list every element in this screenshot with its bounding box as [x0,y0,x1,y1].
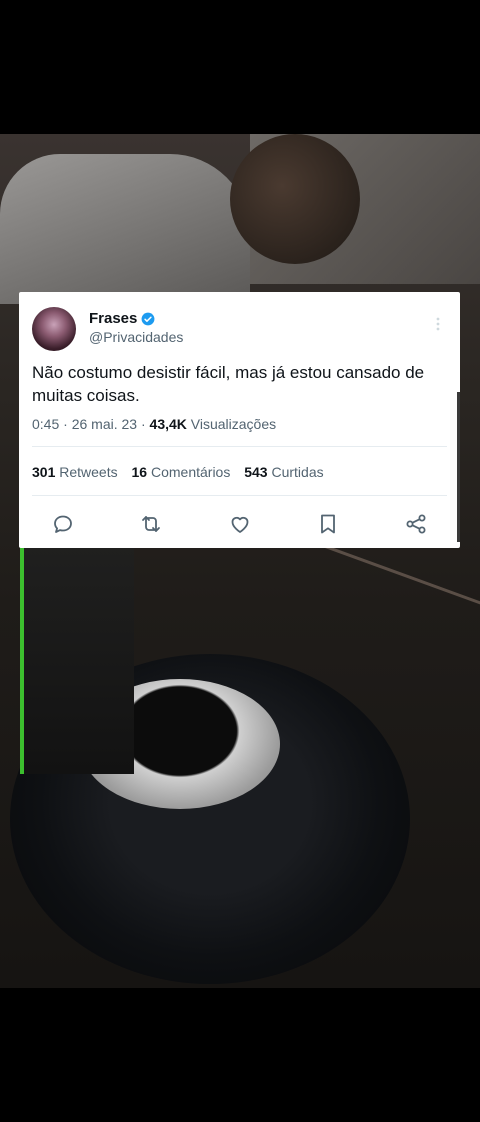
retweets-label: Retweets [59,464,118,480]
comments-label: Comentários [150,464,231,480]
like-icon[interactable] [228,512,252,536]
person-leg [20,544,134,774]
author-row: Frases [89,310,155,327]
views-count: 43,4K [149,416,187,432]
retweet-icon[interactable] [139,512,163,536]
verified-badge-icon [141,312,155,325]
tweet-card[interactable]: Frases @Privacidades Não costumo desisti… [19,292,460,548]
tweet-meta: 0:45 · 26 mai. 23 · 43,4K Visualizações [32,416,277,432]
tweet-date: 26 mai. 23 [71,416,138,432]
share-icon[interactable] [404,512,428,536]
divider [32,495,447,496]
retweets-stat[interactable]: 301 Retweets [32,464,118,480]
tweet-text: Não costumo desistir fácil, mas já estou… [32,363,425,405]
more-options-icon[interactable] [431,316,445,332]
reply-icon[interactable] [51,512,75,536]
comments-count: 16 [131,464,148,480]
action-bar [19,508,460,538]
avatar[interactable] [32,307,76,351]
views-label: Visualizações [190,416,277,432]
bookmark-icon[interactable] [316,512,340,536]
author-handle[interactable]: @Privacidades [89,329,183,345]
likes-count: 543 [244,464,268,480]
likes-stat[interactable]: 543 Curtidas [244,464,323,480]
author-name[interactable]: Frases [89,310,137,327]
comments-stat[interactable]: 16 Comentários [132,464,231,480]
likes-label: Curtidas [271,464,324,480]
person-head [230,134,360,264]
engagement-stats: 301 Retweets 16 Comentários 543 Curtidas [32,464,334,480]
scrollbar[interactable] [457,392,460,542]
retweets-count: 301 [32,464,56,480]
tweet-time: 0:45 [32,416,60,432]
person-shirt [0,154,250,304]
divider [32,446,447,447]
video-background[interactable] [0,134,480,988]
